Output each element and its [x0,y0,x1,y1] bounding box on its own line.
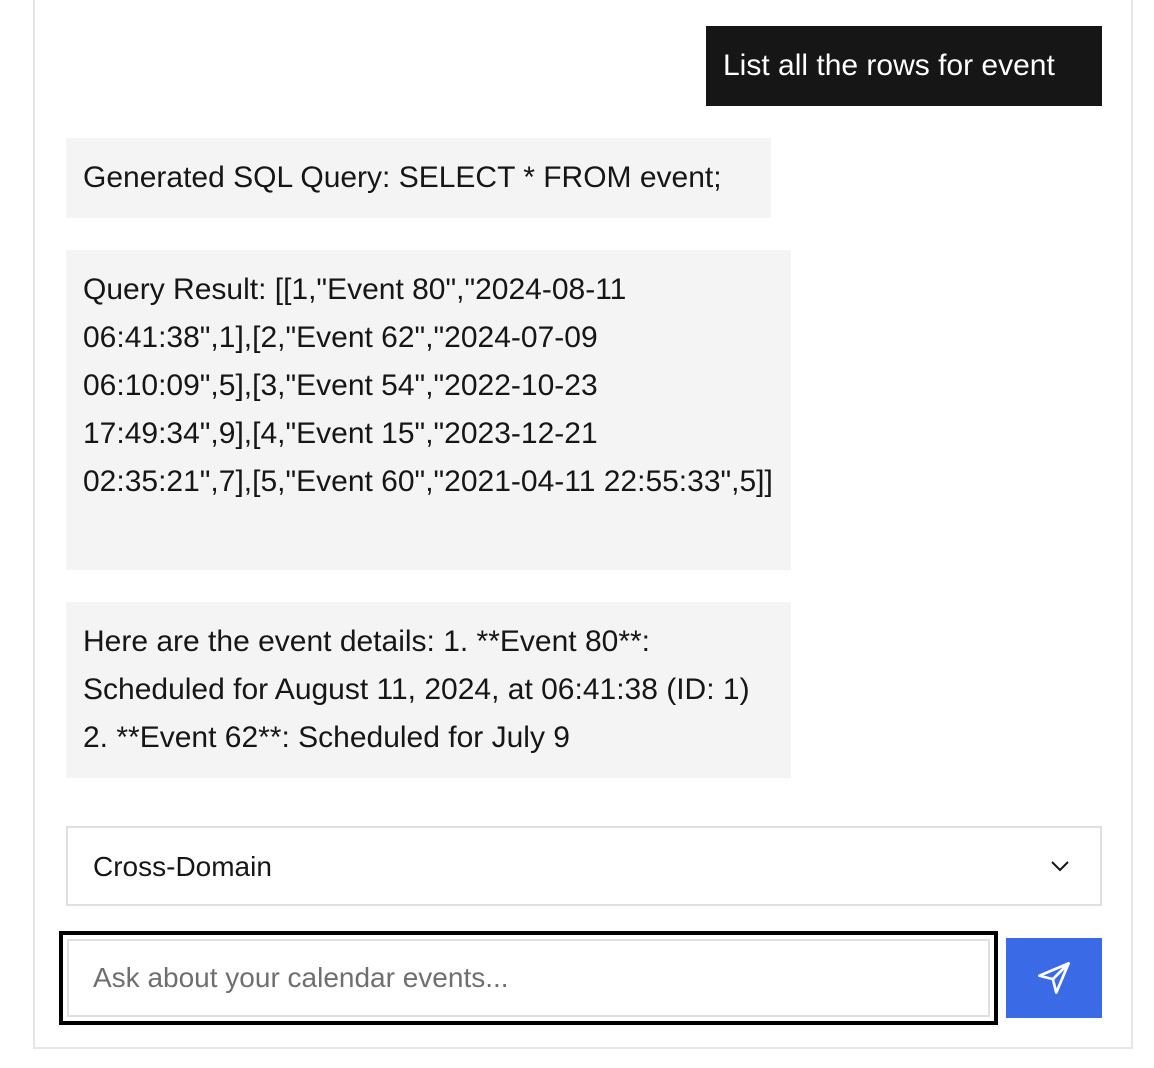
user-message: List all the rows for event [706,26,1102,106]
chevron-down-icon [1051,861,1069,872]
bot-message-summary: Here are the event details: 1. **Event 8… [66,602,791,778]
send-button[interactable] [1006,938,1102,1018]
bot-message-sql-query: Generated SQL Query: SELECT * FROM event… [66,138,771,218]
send-icon [1038,962,1070,994]
bot-message-query-result: Query Result: [[1,"Event 80","2024-08-11… [66,250,791,570]
query-input-focus-ring [59,931,998,1025]
domain-select-value: Cross-Domain [93,851,272,882]
domain-select[interactable]: Cross-Domain [66,826,1102,906]
query-input[interactable] [67,939,990,1017]
